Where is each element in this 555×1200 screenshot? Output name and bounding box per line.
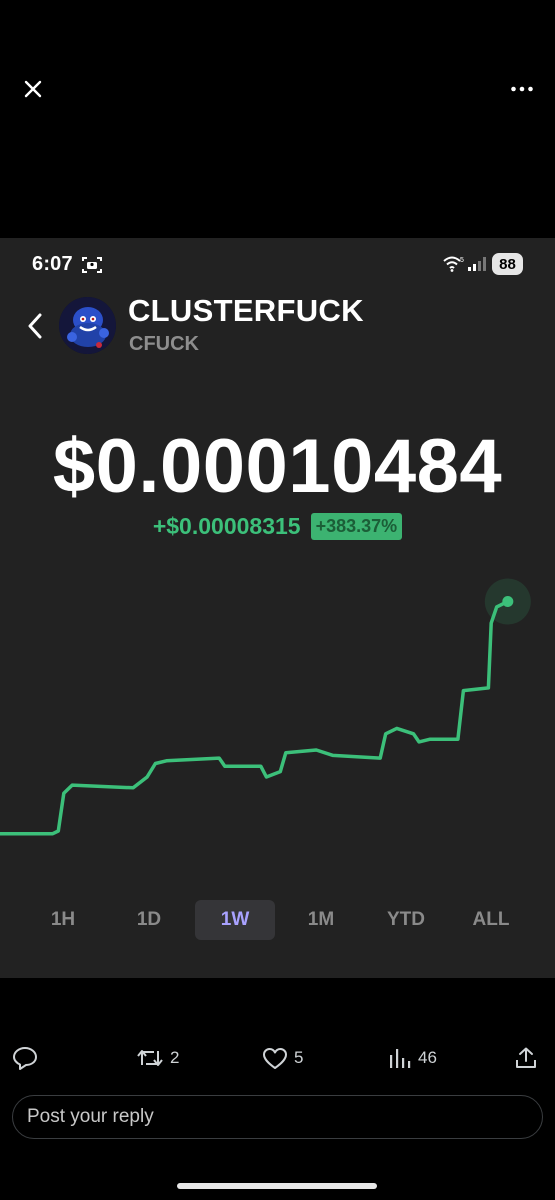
- timeframe-selector: 1H 1D 1W 1M YTD ALL: [0, 900, 555, 940]
- post-action-bar: 2 5 46: [0, 1040, 555, 1076]
- reply-composer: [12, 1095, 543, 1139]
- reply-input[interactable]: [27, 1096, 527, 1138]
- token-price: $0.00010484: [52, 424, 503, 509]
- views-button[interactable]: 46: [388, 1044, 437, 1072]
- timeframe-tab-1d[interactable]: 1D: [109, 900, 189, 940]
- home-indicator: [177, 1183, 377, 1189]
- reply-button[interactable]: [12, 1044, 38, 1072]
- chevron-left-icon: [28, 313, 42, 339]
- price-change-percent-badge: +383.37%: [310, 513, 403, 540]
- repost-button[interactable]: 2: [136, 1044, 179, 1072]
- status-time: 6:07: [32, 253, 73, 275]
- token-name: CLUSTERFUCK: [128, 293, 364, 328]
- token-avatar: [59, 297, 116, 354]
- status-bar: 6:07 5 88: [0, 238, 555, 288]
- share-icon: [516, 1047, 536, 1068]
- close-button[interactable]: [18, 74, 48, 104]
- battery-indicator: 88: [492, 253, 523, 275]
- timeframe-tab-1m[interactable]: 1M: [281, 900, 361, 940]
- timeframe-tab-ytd[interactable]: YTD: [366, 900, 446, 940]
- views-bar-chart-icon: [390, 1049, 411, 1068]
- timeframe-tab-all[interactable]: ALL: [451, 900, 531, 940]
- screen-record-icon: [82, 257, 102, 273]
- like-count: 5: [294, 1048, 304, 1067]
- timeframe-tab-1w[interactable]: 1W: [195, 900, 275, 940]
- svg-text:5: 5: [460, 257, 464, 264]
- back-button[interactable]: [20, 308, 50, 344]
- like-button[interactable]: 5: [262, 1044, 303, 1072]
- cellular-signal-icon: [468, 257, 486, 271]
- views-count: 46: [418, 1048, 437, 1067]
- current-price-point: [502, 596, 514, 607]
- timeframe-tab-1h[interactable]: 1H: [23, 900, 103, 940]
- price-chart[interactable]: [0, 568, 555, 868]
- wifi-icon: 5: [443, 256, 464, 272]
- embedded-screenshot[interactable]: 6:07 5 88 CLUSTERFUCK CFUCK $0.00010484 …: [0, 238, 555, 978]
- repost-icon: [137, 1050, 163, 1066]
- more-options-button[interactable]: [505, 74, 539, 104]
- token-ticker: CFUCK: [129, 333, 199, 355]
- price-change-absolute: +$0.00008315: [152, 513, 301, 539]
- more-horizontal-icon: [511, 86, 533, 92]
- price-line: [0, 599, 509, 836]
- repost-count: 2: [170, 1048, 180, 1067]
- close-icon: [24, 80, 42, 98]
- media-viewer-toolbar: [0, 60, 555, 120]
- token-logo-image: [59, 297, 116, 354]
- share-button[interactable]: [514, 1044, 538, 1072]
- price-change: +$0.00008315 +383.37%: [0, 513, 555, 540]
- heart-icon: [263, 1047, 287, 1069]
- reply-icon: [13, 1047, 37, 1070]
